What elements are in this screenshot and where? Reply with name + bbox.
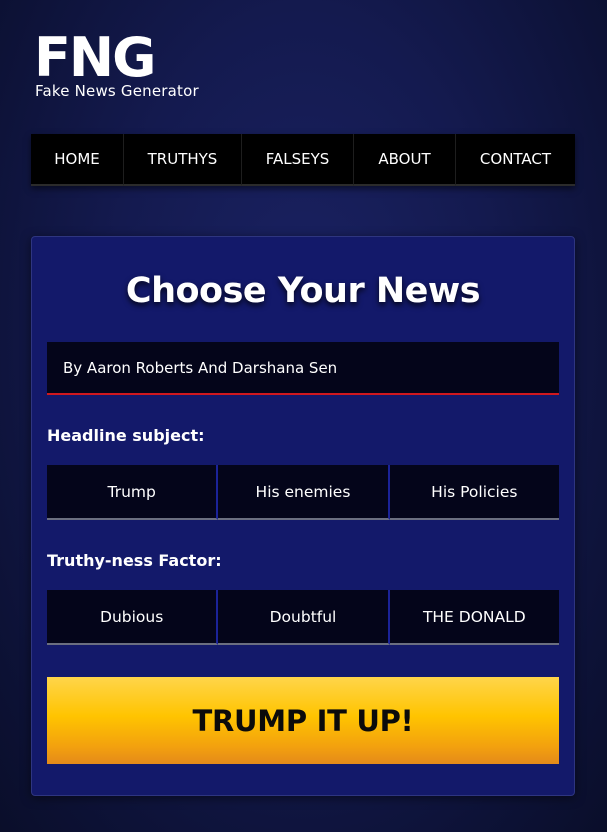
main-nav: HOME TRUTHYS FALSEYS ABOUT CONTACT: [31, 134, 575, 186]
option-the-donald[interactable]: THE DONALD: [389, 590, 559, 645]
option-his-policies[interactable]: His Policies: [389, 465, 559, 520]
headline-subject-label: Headline subject:: [47, 426, 205, 445]
trump-it-up-button[interactable]: TRUMP IT UP!: [47, 677, 559, 764]
page-title: Choose Your News: [125, 271, 481, 311]
truthyness-label: Truthy-ness Factor:: [47, 551, 222, 570]
nav-item-truthys[interactable]: TRUTHYS: [124, 134, 242, 186]
option-his-enemies[interactable]: His enemies: [218, 465, 390, 520]
option-dubious[interactable]: Dubious: [47, 590, 219, 645]
nav-item-falseys[interactable]: FALSEYS: [242, 134, 354, 186]
nav-item-home[interactable]: HOME: [31, 134, 124, 186]
byline: By Aaron Roberts And Darshana Sen: [47, 342, 559, 395]
news-card: Choose Your News By Aaron Roberts And Da…: [31, 236, 575, 796]
site-logo[interactable]: FNG Fake News Generator: [34, 26, 199, 101]
truthyness-options: Dubious Doubtful THE DONALD: [47, 590, 559, 645]
nav-item-about[interactable]: ABOUT: [354, 134, 456, 186]
logo-mark: FNG: [34, 26, 156, 89]
option-doubtful[interactable]: Doubtful: [218, 590, 390, 645]
option-trump[interactable]: Trump: [47, 465, 219, 520]
logo-subtitle: Fake News Generator: [35, 82, 199, 100]
nav-item-contact[interactable]: CONTACT: [456, 134, 575, 186]
headline-subject-options: Trump His enemies His Policies: [47, 465, 559, 520]
